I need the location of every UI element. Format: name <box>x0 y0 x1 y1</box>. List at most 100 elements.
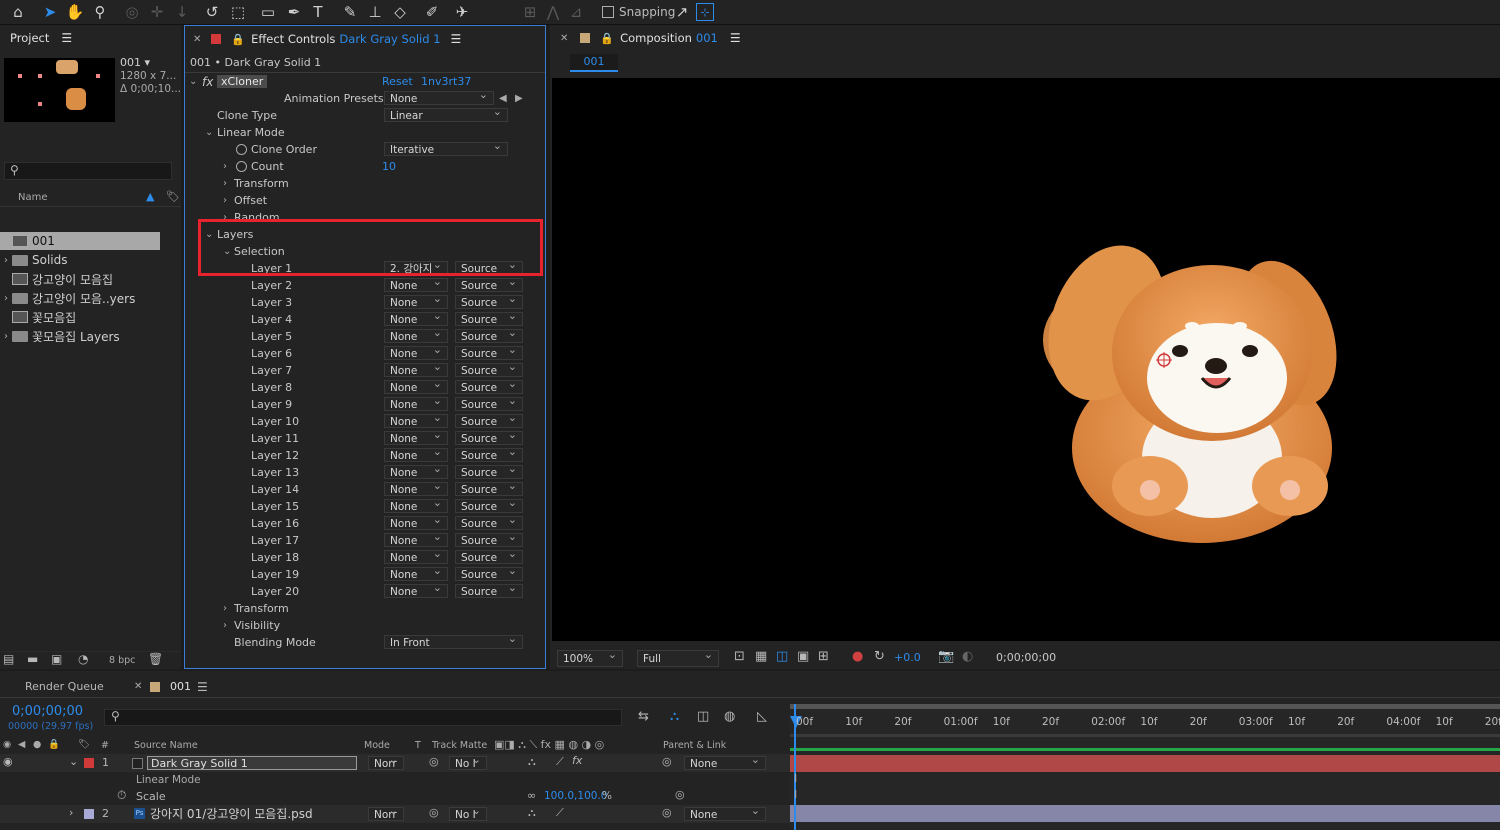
previous-preset-icon[interactable]: ◀ <box>499 93 507 104</box>
layer-slot-dropdown[interactable]: None <box>384 292 448 309</box>
selection-tool-icon[interactable]: ➤ <box>40 2 60 22</box>
linear-mode-property[interactable]: Linear Mode <box>136 774 201 786</box>
collapse-chevron-icon[interactable]: ⌄ <box>189 76 197 87</box>
track-matte-pickwhip-icon[interactable]: ◎ <box>429 755 439 768</box>
animation-presets-dropdown[interactable]: None <box>384 88 494 105</box>
expand-chevron-icon[interactable]: › <box>69 806 73 819</box>
channels-icon[interactable]: ● <box>852 649 863 664</box>
bit-depth-label[interactable]: 8 bpc <box>109 655 135 666</box>
region-of-interest-icon[interactable]: ⊡ <box>734 649 745 664</box>
close-tab-icon[interactable]: ✕ <box>134 681 142 692</box>
layer-source-dropdown[interactable]: Source <box>455 530 523 547</box>
layer-slot-dropdown[interactable]: None <box>384 394 448 411</box>
menu-icon[interactable]: ☰ <box>451 32 462 46</box>
layer-source-dropdown[interactable]: Source <box>455 428 523 445</box>
constrain-proportions-icon[interactable]: ∞ <box>527 789 536 802</box>
layer-source-dropdown[interactable]: Source <box>455 547 523 564</box>
layer-1-duration-bar[interactable] <box>790 755 1500 772</box>
mask-visibility-icon[interactable]: ◫ <box>776 649 788 664</box>
next-preset-icon[interactable]: ▶ <box>515 93 523 104</box>
parent-dropdown[interactable]: None <box>684 804 766 821</box>
layer-source-dropdown[interactable]: Source <box>455 411 523 428</box>
layer-source-dropdown[interactable]: Source <box>455 462 523 479</box>
layer-source-dropdown[interactable]: Source <box>455 513 523 530</box>
layer-source-dropdown[interactable]: Source <box>455 377 523 394</box>
mode-header[interactable]: Mode <box>364 740 390 751</box>
lock-icon[interactable]: 🔒 <box>231 33 245 46</box>
layer-slot-dropdown[interactable]: None <box>384 309 448 326</box>
composition-viewer[interactable] <box>552 78 1500 641</box>
layer-source-dropdown[interactable]: Source <box>455 275 523 292</box>
new-comp-icon[interactable]: ▣ <box>51 652 62 666</box>
shy-switch-icon[interactable]: ⛬ <box>528 755 536 769</box>
layer-source-dropdown[interactable]: Source <box>455 292 523 309</box>
track-matte-header[interactable]: Track Matte <box>432 740 487 751</box>
parent-link-header[interactable]: Parent & Link <box>663 740 726 751</box>
effect-controls-tab[interactable]: Effect Controls <box>251 32 335 46</box>
type-tool-icon[interactable]: T <box>308 2 328 22</box>
layer-source-dropdown[interactable]: Source <box>455 394 523 411</box>
comp-mini-flowchart-icon[interactable]: ⇆ <box>638 709 649 724</box>
layer-source-dropdown[interactable]: Source <box>455 496 523 513</box>
linear-mode-group[interactable]: ⌄ Linear Mode <box>185 124 543 141</box>
local-axis-icon[interactable]: ⊞ <box>520 2 540 22</box>
layer-slot-dropdown[interactable]: None <box>384 275 448 292</box>
layer-source-dropdown[interactable]: Source <box>455 343 523 360</box>
effect-name[interactable]: xCloner <box>217 75 268 88</box>
scale-value[interactable]: 100.0,100.0 <box>544 790 607 802</box>
trash-icon[interactable]: 🗑 <box>148 652 163 666</box>
project-item[interactable]: › 꽃모음집 Layers <box>0 327 180 345</box>
reset-exposure-icon[interactable]: ↻ <box>874 649 885 664</box>
viewer-timecode[interactable]: 0;00;00;00 <box>996 651 1056 664</box>
pan-camera-icon[interactable]: ✛ <box>147 2 167 22</box>
effect-controls-layer-link[interactable]: Dark Gray Solid 1 <box>339 32 440 46</box>
expand-chevron-icon[interactable]: › <box>223 603 227 614</box>
selection-transform-group[interactable]: › Transform <box>185 600 543 617</box>
expand-chevron-icon[interactable]: › <box>223 161 227 172</box>
dolly-camera-icon[interactable]: ↓ <box>172 2 192 22</box>
layer-label-color[interactable] <box>84 809 94 819</box>
offset-group[interactable]: › Offset <box>185 192 543 209</box>
composition-tab[interactable]: Composition <box>620 31 692 45</box>
layer-slot-dropdown[interactable]: None <box>384 343 448 360</box>
clone-stamp-tool-icon[interactable]: ⊥ <box>365 2 385 22</box>
about-link[interactable]: 1nv3rt37 <box>421 75 471 88</box>
project-search-input[interactable]: ⚲ <box>4 162 172 180</box>
project-item[interactable]: 꽃모음집 <box>0 308 180 326</box>
layer-source-dropdown[interactable]: Source <box>455 326 523 343</box>
blend-mode-dropdown[interactable]: Norr <box>368 804 404 821</box>
timeline-comp-tab[interactable]: 001 <box>170 680 191 693</box>
parent-pickwhip-icon[interactable]: ◎ <box>662 806 672 819</box>
collapse-chevron-icon[interactable]: ⌄ <box>205 127 213 138</box>
layer-slot-dropdown[interactable]: None <box>384 530 448 547</box>
layer-slot-dropdown[interactable]: None <box>384 445 448 462</box>
clone-order-dropdown[interactable]: Iterative <box>384 139 508 156</box>
snapshot-icon[interactable]: 📷 <box>938 649 954 664</box>
close-tab-icon[interactable]: ✕ <box>193 34 201 45</box>
parent-pickwhip-icon[interactable]: ◎ <box>662 755 672 768</box>
roto-brush-tool-icon[interactable]: ✐ <box>422 2 442 22</box>
puppet-pin-tool-icon[interactable]: ✈ <box>452 2 472 22</box>
layer-slot-dropdown[interactable]: None <box>384 581 448 598</box>
shy-switch-icon[interactable]: ⛬ <box>528 806 536 820</box>
world-axis-icon[interactable]: ⋀ <box>543 2 563 22</box>
menu-icon[interactable]: ☰ <box>730 31 741 45</box>
show-snapshot-icon[interactable]: ◐ <box>962 649 973 664</box>
menu-icon[interactable]: ☰ <box>61 31 72 45</box>
interpret-footage-icon[interactable]: ▤ <box>3 652 14 666</box>
layer-source-dropdown[interactable]: Source <box>455 564 523 581</box>
blending-mode-dropdown[interactable]: In Front <box>384 632 523 649</box>
time-ruler[interactable]: 00f 10f 20f 01:00f 10f 20f 02:00f 10f 20f 03:00f 1… <box>790 704 1500 734</box>
video-visibility-icon[interactable]: ◉ <box>3 739 11 750</box>
label-tag-icon[interactable]: 🏷 <box>166 190 180 203</box>
exposure-value[interactable]: +0.0 <box>894 651 921 664</box>
name-column-header[interactable]: Name <box>18 192 48 203</box>
rotation-tool-icon[interactable]: ↺ <box>202 2 222 22</box>
close-tab-icon[interactable]: ✕ <box>560 33 568 44</box>
layer-slot-dropdown[interactable]: None <box>384 377 448 394</box>
track-matte-dropdown[interactable]: No I <box>449 804 487 821</box>
layer-source-dropdown[interactable]: Source <box>455 479 523 496</box>
project-item[interactable]: 001 <box>0 232 160 250</box>
project-tab[interactable]: Project <box>10 31 49 45</box>
transparency-grid-icon[interactable]: ▦ <box>755 649 767 664</box>
